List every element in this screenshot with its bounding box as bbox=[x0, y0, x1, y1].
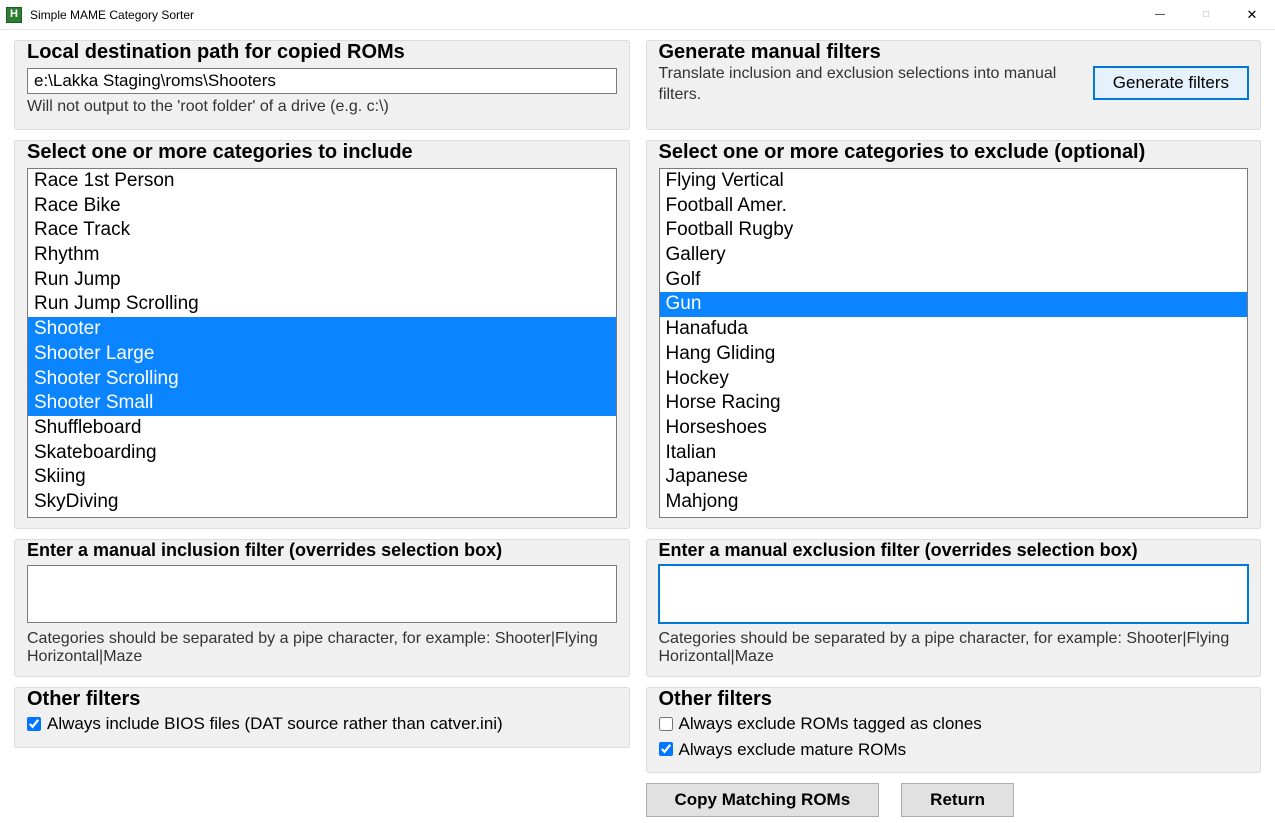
list-item[interactable]: Japanese bbox=[660, 465, 1248, 490]
bios-checkbox-row[interactable]: Always include BIOS files (DAT source ra… bbox=[27, 711, 617, 737]
bottom-actions: Copy Matching ROMs Return bbox=[646, 783, 1262, 817]
list-item[interactable]: Run Jump Scrolling bbox=[28, 292, 616, 317]
manual-exclude-heading: Enter a manual exclusion filter (overrid… bbox=[659, 540, 1249, 561]
list-item[interactable]: Rhythm bbox=[28, 243, 616, 268]
bios-checkbox[interactable] bbox=[27, 717, 41, 731]
list-item[interactable]: Italian bbox=[660, 441, 1248, 466]
list-item[interactable]: Skiing bbox=[28, 465, 616, 490]
clones-checkbox-label: Always exclude ROMs tagged as clones bbox=[679, 711, 982, 737]
manual-exclude-panel: Enter a manual exclusion filter (overrid… bbox=[646, 539, 1262, 677]
destination-helper: Will not output to the 'root folder' of … bbox=[27, 98, 617, 116]
include-panel: Select one or more categories to include… bbox=[14, 140, 630, 529]
clones-checkbox[interactable] bbox=[659, 717, 673, 731]
list-item[interactable]: Run Jump bbox=[28, 268, 616, 293]
list-item[interactable]: Flying Vertical bbox=[660, 169, 1248, 194]
generate-filters-button[interactable]: Generate filters bbox=[1094, 67, 1248, 99]
list-item[interactable]: Hanafuda bbox=[660, 317, 1248, 342]
return-button[interactable]: Return bbox=[901, 783, 1014, 817]
other-filters-right-heading: Other filters bbox=[659, 688, 1249, 711]
other-filters-left-panel: Other filters Always include BIOS files … bbox=[14, 687, 630, 748]
list-item[interactable]: Race Track bbox=[28, 218, 616, 243]
list-item[interactable]: Skateboarding bbox=[28, 441, 616, 466]
list-item[interactable]: Shooter Large bbox=[28, 342, 616, 367]
minimize-button[interactable]: — bbox=[1137, 0, 1183, 30]
window-title: Simple MAME Category Sorter bbox=[30, 8, 1137, 22]
manual-exclude-input[interactable] bbox=[659, 565, 1249, 623]
include-heading: Select one or more categories to include bbox=[27, 141, 617, 164]
list-item[interactable]: Gun bbox=[660, 292, 1248, 317]
generate-panel: Generate manual filters Translate inclus… bbox=[646, 40, 1262, 130]
manual-include-helper: Categories should be separated by a pipe… bbox=[27, 630, 617, 666]
other-filters-left-heading: Other filters bbox=[27, 688, 617, 711]
close-button[interactable]: ✕ bbox=[1229, 0, 1275, 30]
list-item[interactable]: Shooter Scrolling bbox=[28, 367, 616, 392]
maximize-button: □ bbox=[1183, 0, 1229, 30]
destination-panel: Local destination path for copied ROMs W… bbox=[14, 40, 630, 130]
list-item[interactable]: Hang Gliding bbox=[660, 342, 1248, 367]
bios-checkbox-label: Always include BIOS files (DAT source ra… bbox=[47, 711, 503, 737]
mature-checkbox-row[interactable]: Always exclude mature ROMs bbox=[659, 737, 1249, 763]
mature-checkbox-label: Always exclude mature ROMs bbox=[679, 737, 907, 763]
mature-checkbox[interactable] bbox=[659, 742, 673, 756]
generate-sub: Translate inclusion and exclusion select… bbox=[659, 64, 1082, 106]
list-item[interactable]: Race 1st Person bbox=[28, 169, 616, 194]
list-item[interactable]: Football Amer. bbox=[660, 194, 1248, 219]
exclude-panel: Select one or more categories to exclude… bbox=[646, 140, 1262, 529]
include-listbox[interactable]: Race 1st PersonRace BikeRace TrackRhythm… bbox=[27, 168, 617, 518]
list-item[interactable]: Shuffleboard bbox=[28, 416, 616, 441]
clones-checkbox-row[interactable]: Always exclude ROMs tagged as clones bbox=[659, 711, 1249, 737]
window-controls: — □ ✕ bbox=[1137, 0, 1275, 30]
list-item[interactable]: Hockey bbox=[660, 367, 1248, 392]
manual-include-input[interactable] bbox=[27, 565, 617, 623]
list-item[interactable]: Shooter Small bbox=[28, 391, 616, 416]
manual-include-panel: Enter a manual inclusion filter (overrid… bbox=[14, 539, 630, 677]
exclude-listbox[interactable]: Flying VerticalFootball Amer.Football Ru… bbox=[659, 168, 1249, 518]
list-item[interactable]: Golf bbox=[660, 268, 1248, 293]
list-item[interactable]: Race Bike bbox=[28, 194, 616, 219]
generate-heading: Generate manual filters bbox=[659, 41, 1082, 64]
list-item[interactable]: Shooter bbox=[28, 317, 616, 342]
list-item[interactable]: Horseshoes bbox=[660, 416, 1248, 441]
destination-input[interactable] bbox=[27, 68, 617, 94]
exclude-heading: Select one or more categories to exclude… bbox=[659, 141, 1249, 164]
list-item[interactable]: Mahjong bbox=[660, 490, 1248, 515]
destination-heading: Local destination path for copied ROMs bbox=[27, 41, 617, 64]
titlebar: H Simple MAME Category Sorter — □ ✕ bbox=[0, 0, 1275, 30]
other-filters-right-panel: Other filters Always exclude ROMs tagged… bbox=[646, 687, 1262, 773]
manual-exclude-helper: Categories should be separated by a pipe… bbox=[659, 630, 1249, 666]
manual-include-heading: Enter a manual inclusion filter (overrid… bbox=[27, 540, 617, 561]
list-item[interactable]: SkyDiving bbox=[28, 490, 616, 515]
list-item[interactable]: Gallery bbox=[660, 243, 1248, 268]
list-item[interactable]: Football Rugby bbox=[660, 218, 1248, 243]
list-item[interactable]: Horse Racing bbox=[660, 391, 1248, 416]
app-icon: H bbox=[6, 7, 22, 23]
copy-button[interactable]: Copy Matching ROMs bbox=[646, 783, 880, 817]
